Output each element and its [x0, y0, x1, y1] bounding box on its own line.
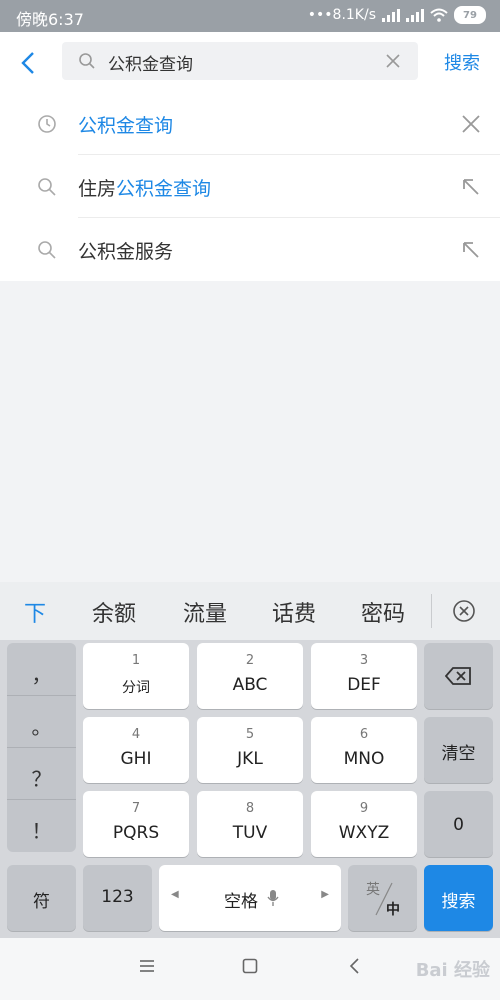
network-speed: •••8.1K/s — [307, 7, 376, 23]
search-input[interactable]: 公积金查询 — [62, 42, 418, 80]
key-4[interactable]: 4 GHI — [83, 717, 189, 783]
key-6[interactable]: 6 MNO — [311, 717, 417, 783]
search-submit-key[interactable]: 搜索 — [424, 865, 493, 931]
candidate-bar: 下 余额 流量 话费 密码 — [0, 582, 500, 640]
candidate-item[interactable]: 密码 — [361, 596, 405, 628]
search-icon — [79, 53, 95, 69]
watermark: Bai 经验 — [415, 960, 490, 981]
status-bar: 傍晚6:37 •••8.1K/s 79 — [0, 0, 500, 32]
battery-icon: 79 — [454, 6, 486, 24]
key-5[interactable]: 5 JKL — [197, 717, 303, 783]
key-3[interactable]: 3 DEF — [311, 643, 417, 709]
punctuation-column: ， 。 ？ ！ — [7, 643, 76, 852]
signal-icon — [382, 8, 400, 22]
wifi-icon — [430, 8, 448, 22]
symbol-key[interactable]: 符 — [7, 865, 76, 931]
candidate-item[interactable]: 余额 — [92, 596, 136, 628]
key-9[interactable]: 9 WXYZ — [311, 791, 417, 857]
lang-zh-label: 中 — [386, 902, 400, 918]
clear-key[interactable]: 清空 — [424, 717, 493, 783]
back-arrow-icon[interactable] — [14, 48, 44, 78]
fill-arrow-icon[interactable] — [460, 239, 482, 261]
navigation-bar: Bai 经验 — [0, 938, 500, 1000]
suggestion-text: 住房公积金查询 — [78, 178, 212, 200]
home-icon[interactable] — [242, 958, 258, 974]
caret-right-icon: ▶ — [321, 889, 329, 900]
menu-icon[interactable] — [139, 958, 155, 974]
candidate-item[interactable]: 流量 — [183, 596, 227, 628]
status-time: 傍晚6:37 — [16, 10, 84, 29]
suggestion-text: 公积金服务 — [78, 241, 174, 263]
suggestion-list: 公积金查询 住房公积金查询 公积金服务 — [0, 92, 500, 281]
fill-arrow-icon[interactable] — [460, 176, 482, 198]
suggestion-text: 公积金查询 — [78, 115, 174, 137]
zero-key[interactable]: 0 — [424, 791, 493, 857]
keyboard: 下 余额 流量 话费 密码 ， 。 ？ ！ 1 分词 2 ABC 3 DEF 4 GHI… — [0, 582, 500, 938]
search-query-text: 公积金查询 — [108, 55, 193, 75]
search-icon — [38, 178, 56, 196]
close-circle-icon[interactable] — [452, 599, 476, 623]
punct-key[interactable]: ， — [7, 659, 76, 688]
space-key[interactable]: ◀ 空格 ▶ — [159, 865, 341, 931]
clear-icon[interactable] — [384, 52, 402, 70]
language-switch-key[interactable]: 英 中 — [348, 865, 417, 931]
candidate-item[interactable]: 话费 — [272, 596, 316, 628]
clock-icon — [38, 115, 56, 133]
key-1[interactable]: 1 分词 — [83, 643, 189, 709]
search-button[interactable]: 搜索 — [444, 49, 480, 75]
punct-key[interactable]: ！ — [7, 815, 76, 844]
candidate-divider — [431, 594, 432, 628]
status-right: •••8.1K/s 79 — [308, 6, 486, 24]
close-icon[interactable] — [460, 113, 482, 135]
search-icon — [38, 241, 56, 259]
punct-key[interactable]: ？ — [7, 763, 76, 792]
suggestion-item[interactable]: 公积金服务 — [0, 218, 500, 281]
punct-key[interactable]: 。 — [7, 711, 76, 740]
search-header: 公积金查询 搜索 — [0, 32, 500, 92]
key-8[interactable]: 8 TUV — [197, 791, 303, 857]
key-7[interactable]: 7 PQRS — [83, 791, 189, 857]
key-2[interactable]: 2 ABC — [197, 643, 303, 709]
candidate-item[interactable]: 下 — [24, 596, 46, 628]
microphone-icon — [267, 890, 279, 906]
suggestion-item[interactable]: 住房公积金查询 — [0, 155, 500, 218]
signal-icon-2 — [406, 8, 424, 22]
backspace-key[interactable] — [424, 643, 493, 709]
suggestion-item[interactable]: 公积金查询 — [0, 92, 500, 155]
backspace-icon — [445, 667, 471, 685]
back-icon[interactable] — [347, 958, 363, 974]
